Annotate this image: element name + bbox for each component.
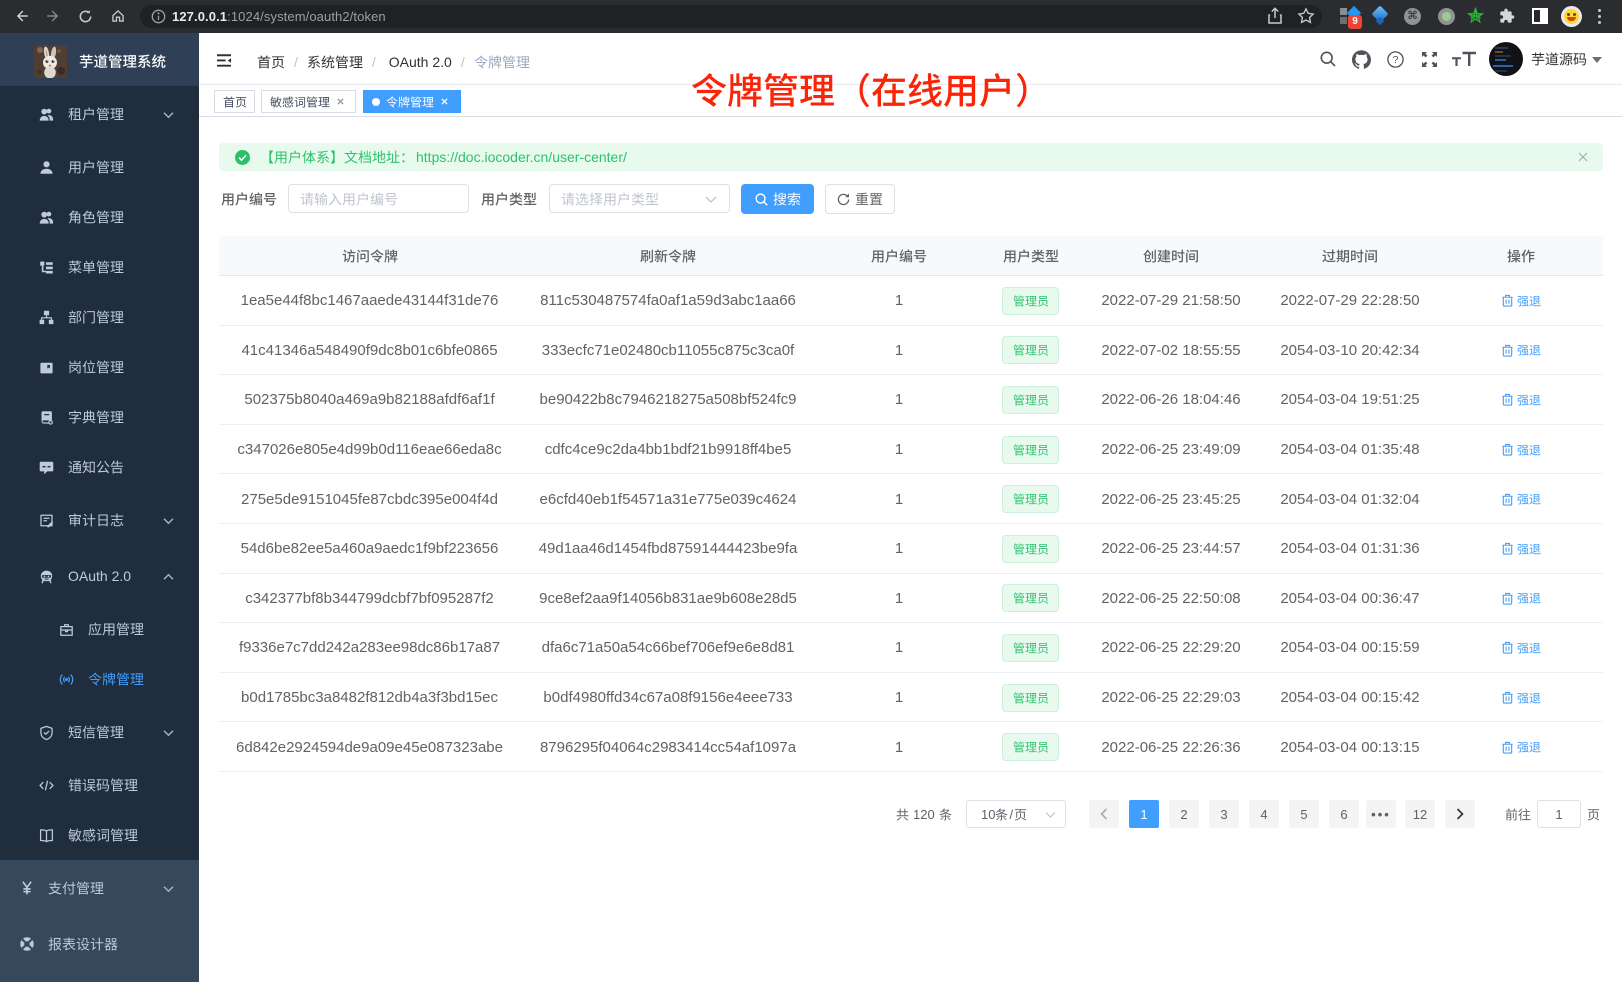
svg-text:?: ? [1393,54,1399,66]
